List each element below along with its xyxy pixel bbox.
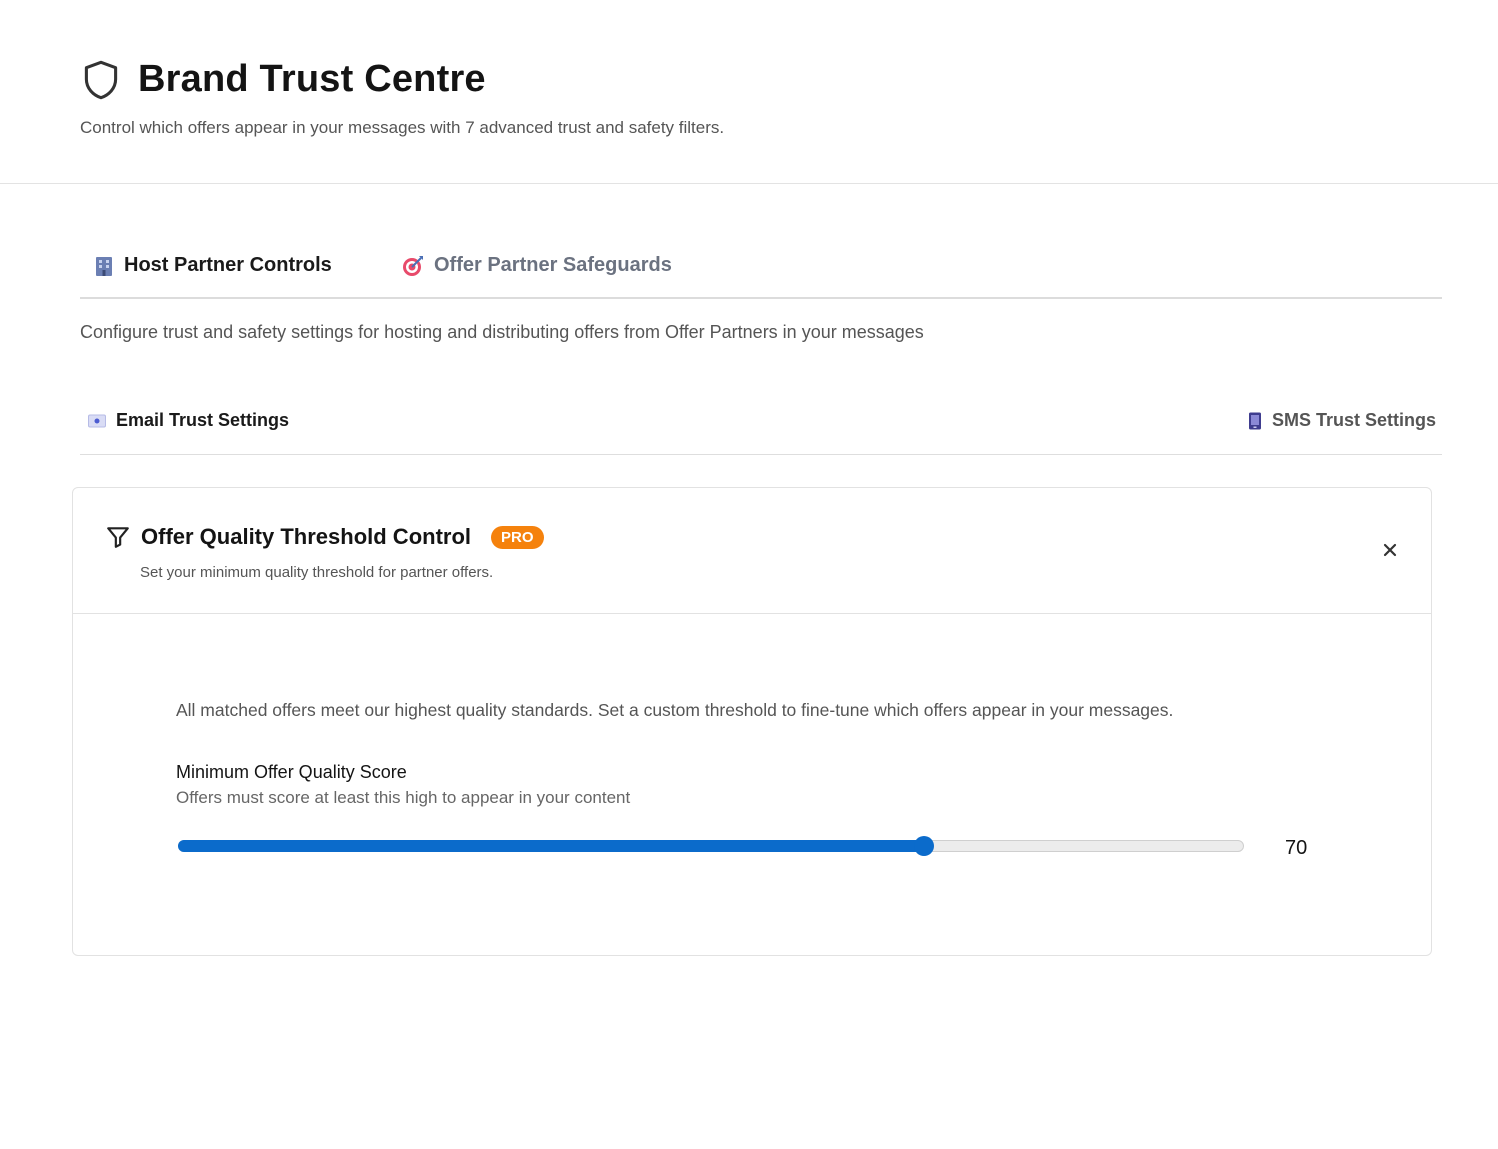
score-help: Offers must score at least this high to … [176,788,631,807]
tab-offer-partner-safeguards[interactable]: Offer Partner Safeguards [402,254,672,277]
subtab-label: SMS Trust Settings [1271,410,1436,430]
card-subtitle: Set your minimum quality threshold for p… [140,564,494,581]
page-subtitle: Control which offers appear in your mess… [80,118,725,137]
quality-threshold-card: Offer Quality Threshold Control PRO Set … [72,487,1432,956]
info-text: All matched offers meet our highest qual… [176,700,1174,720]
close-button[interactable] [1383,540,1397,560]
quality-score-slider[interactable] [178,836,1244,856]
card-title: Offer Quality Threshold Control [141,524,472,549]
slider-fill [178,840,924,852]
card-title-row: Offer Quality Threshold Control PRO [105,524,544,550]
slider-thumb[interactable] [914,836,934,856]
tab-label: Offer Partner Safeguards [434,254,672,276]
title-row: Brand Trust Centre [82,58,486,101]
office-building-icon [96,256,112,276]
shield-icon [84,60,118,99]
pro-badge: PRO [491,525,544,549]
page-title: Brand Trust Centre [138,58,486,100]
card-header: Offer Quality Threshold Control PRO Set … [73,488,1431,614]
tab-description: Configure trust and safety settings for … [80,322,924,342]
tab-host-partner-controls[interactable]: Host Partner Controls [94,254,332,277]
close-icon [1383,543,1397,557]
tab-label: Host Partner Controls [124,254,332,276]
filter-icon [107,527,129,548]
target-icon [403,255,423,276]
subtab-sms-trust-settings[interactable]: SMS Trust Settings [1248,410,1436,431]
slider-value: 70 [1285,837,1308,859]
subtab-label: Email Trust Settings [116,410,290,430]
page-header: Brand Trust Centre Control which offers … [0,0,1498,184]
phone-icon [1248,412,1261,429]
main-tabs: Host Partner Controls Offer Partner Safe… [80,240,1442,299]
subtab-email-trust-settings[interactable]: Email Trust Settings [88,410,289,431]
score-label: Minimum Offer Quality Score [176,762,407,782]
channel-tabs: Email Trust Settings SMS Trust Settings [80,398,1442,455]
email-icon [88,414,106,427]
